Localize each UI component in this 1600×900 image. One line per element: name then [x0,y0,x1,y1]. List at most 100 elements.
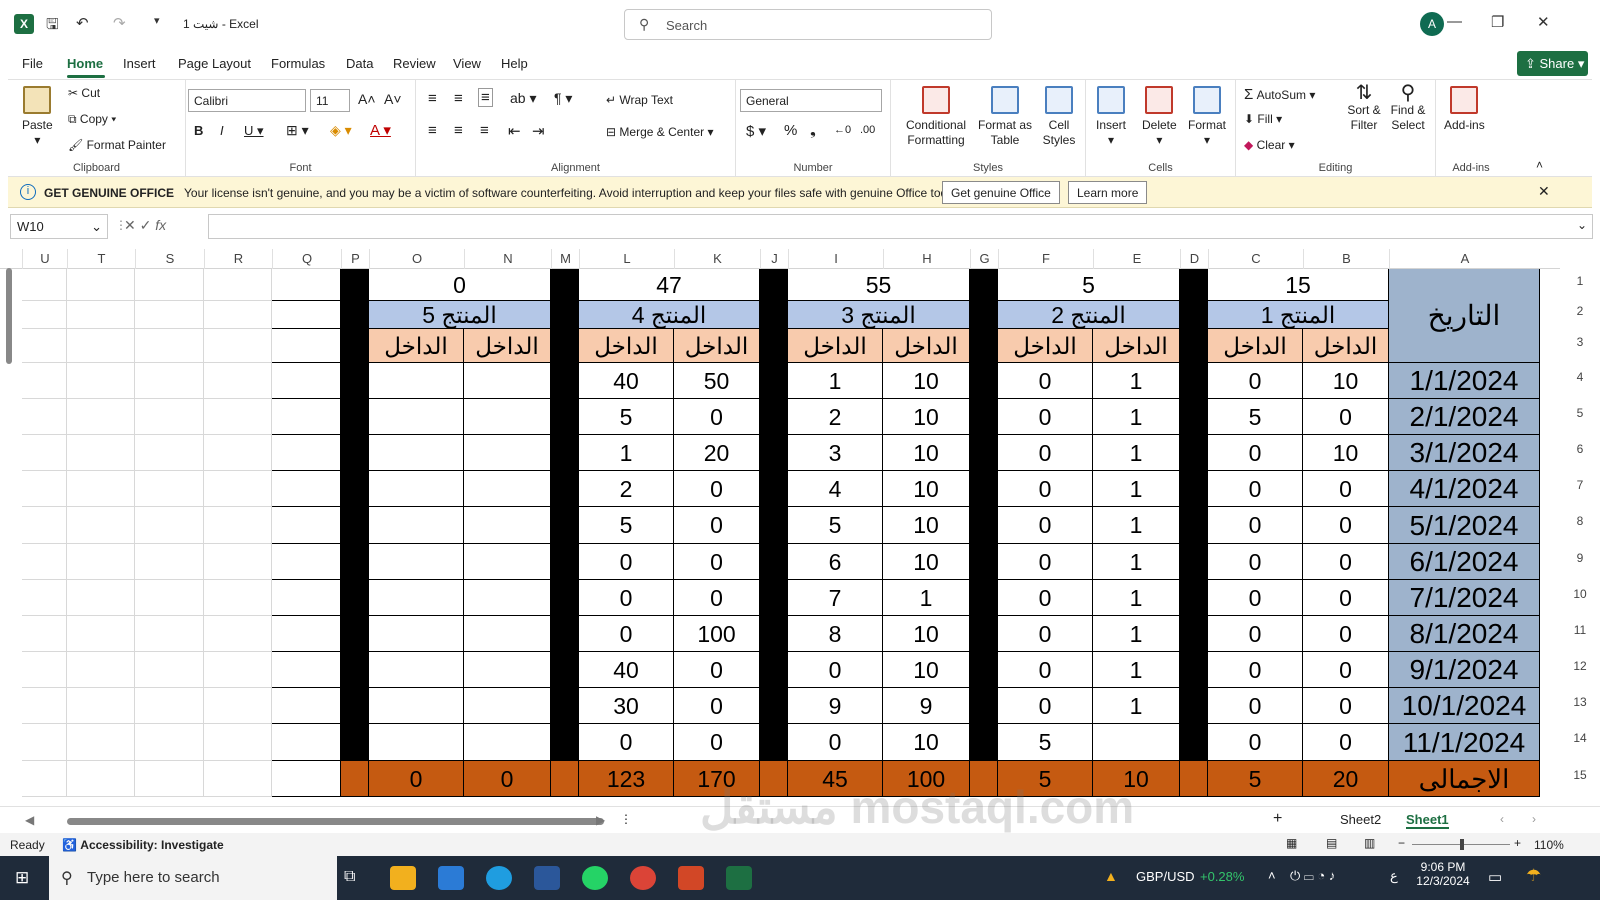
data-cell[interactable] [369,507,464,544]
delete-cells-button[interactable]: Delete ▾ [1142,86,1177,148]
empty-cell[interactable] [67,471,135,507]
data-cell[interactable]: 2 [579,471,674,507]
text-direction-icon[interactable]: ¶ ▾ [554,90,572,107]
column-header-o[interactable]: O [369,249,464,269]
data-cell[interactable]: 10 [883,363,970,399]
save-icon[interactable]: 🖫 [46,14,59,39]
row-header-2[interactable]: 2 [1560,297,1600,325]
zoom-out-icon[interactable]: − [1398,836,1405,850]
data-cell[interactable]: 0 [1303,652,1389,688]
empty-cell[interactable] [204,616,272,652]
sub-header[interactable]: الداخل [883,329,970,363]
empty-cell[interactable] [22,363,67,399]
data-cell[interactable]: 0 [998,544,1093,580]
empty-cell[interactable] [135,688,204,724]
empty-cell[interactable] [22,652,67,688]
data-cell[interactable]: 0 [1303,724,1389,761]
redo-icon[interactable]: ↷ [113,14,126,32]
empty-cell[interactable] [135,652,204,688]
empty-cell[interactable] [204,329,272,363]
tab-view[interactable]: View [453,56,481,71]
data-cell[interactable]: 0 [1208,688,1303,724]
row-header-5[interactable]: 5 [1560,395,1600,431]
column-header-l[interactable]: L [579,249,674,269]
minimize-icon[interactable]: — [1447,13,1462,30]
data-cell[interactable] [369,363,464,399]
chrome-icon[interactable] [630,866,656,890]
empty-cell[interactable] [204,507,272,544]
column-header-g[interactable]: G [970,249,998,269]
data-cell[interactable]: 0 [1208,507,1303,544]
cancel-icon[interactable]: ✕ [124,217,136,233]
avatar[interactable]: A [1420,12,1444,36]
date-header[interactable]: التاريخ [1389,269,1540,363]
edge-icon[interactable] [486,866,512,890]
empty-cell[interactable] [135,435,204,471]
data-cell[interactable]: 1 [1093,471,1180,507]
empty-cell[interactable] [67,329,135,363]
data-cell[interactable] [464,580,551,616]
copy-button[interactable]: ⧉ Copy ▾ [68,112,116,127]
empty-cell[interactable] [272,616,341,652]
empty-cell[interactable] [22,616,67,652]
orientation-icon[interactable]: ab ▾ [510,90,537,107]
decrease-indent-icon[interactable]: ⇤ [508,122,521,140]
empty-cell[interactable] [22,399,67,435]
addins-button[interactable]: Add-ins [1444,86,1485,133]
total-cell[interactable]: 20 [1303,761,1389,797]
row-header-7[interactable]: 7 [1560,467,1600,503]
share-button[interactable]: ⇪ Share ▾ [1517,51,1588,76]
page-break-view-icon[interactable]: ▥ [1364,836,1375,850]
align-right-icon[interactable]: ≡ [480,122,489,139]
page-layout-view-icon[interactable]: ▤ [1326,836,1337,850]
data-cell[interactable]: 5 [1208,399,1303,435]
tab-page-layout[interactable]: Page Layout [178,56,251,71]
empty-cell[interactable] [272,724,341,761]
data-cell[interactable]: 9 [883,688,970,724]
sort-filter-button[interactable]: ⇅ Sort & Filter [1342,83,1386,133]
close-icon[interactable]: ✕ [1537,13,1550,31]
empty-cell[interactable] [272,652,341,688]
date-cell[interactable]: 7/1/2024 [1389,580,1540,616]
font-size-select[interactable]: 11 [310,89,350,112]
date-cell[interactable]: 8/1/2024 [1389,616,1540,652]
data-cell[interactable]: 0 [674,544,760,580]
empty-cell[interactable] [272,544,341,580]
empty-cell[interactable] [67,761,135,797]
increase-indent-icon[interactable]: ⇥ [532,122,545,140]
column-header-r[interactable]: R [204,249,272,269]
notifications-icon[interactable]: ▭ [1488,868,1502,886]
data-cell[interactable]: 0 [1303,507,1389,544]
product-header-p4[interactable]: المنتج 4 [579,301,760,329]
separator-column-p[interactable] [341,269,369,761]
whatsapp-icon[interactable] [582,866,608,890]
format-as-table-button[interactable]: Format as Table [977,86,1033,148]
find-select-button[interactable]: ⚲ Find & Select [1386,83,1430,133]
sub-header[interactable]: الداخل [464,329,551,363]
date-cell[interactable]: 2/1/2024 [1389,399,1540,435]
empty-cell[interactable] [135,269,204,301]
fill-button[interactable]: ⬇ Fill ▾ [1244,112,1282,126]
sheet-options-icon[interactable]: ⋮ [620,812,632,826]
data-cell[interactable]: 0 [998,435,1093,471]
sheet-tab-sheet1[interactable]: Sheet1 [1406,812,1449,829]
data-cell[interactable]: 1 [1093,363,1180,399]
data-cell[interactable]: 10 [883,544,970,580]
data-cell[interactable]: 40 [579,652,674,688]
empty-cell[interactable] [22,435,67,471]
wrap-text-button[interactable]: ↵ Wrap Text [606,93,673,107]
empty-cell[interactable] [204,435,272,471]
format-painter-button[interactable]: 🖌 Format Painter [68,138,166,152]
sub-header[interactable]: الداخل [1208,329,1303,363]
empty-cell[interactable] [67,724,135,761]
total-cell[interactable] [1180,761,1208,797]
search-box[interactable]: ⚲ Search [624,9,992,40]
data-cell[interactable]: 0 [1208,724,1303,761]
empty-cell[interactable] [22,329,67,363]
data-cell[interactable]: 0 [1208,544,1303,580]
empty-cell[interactable] [22,761,67,797]
product-total-p5[interactable]: 0 [369,269,551,301]
total-cell[interactable] [551,761,579,797]
data-cell[interactable]: 0 [1208,363,1303,399]
column-header-q[interactable]: Q [272,249,341,269]
